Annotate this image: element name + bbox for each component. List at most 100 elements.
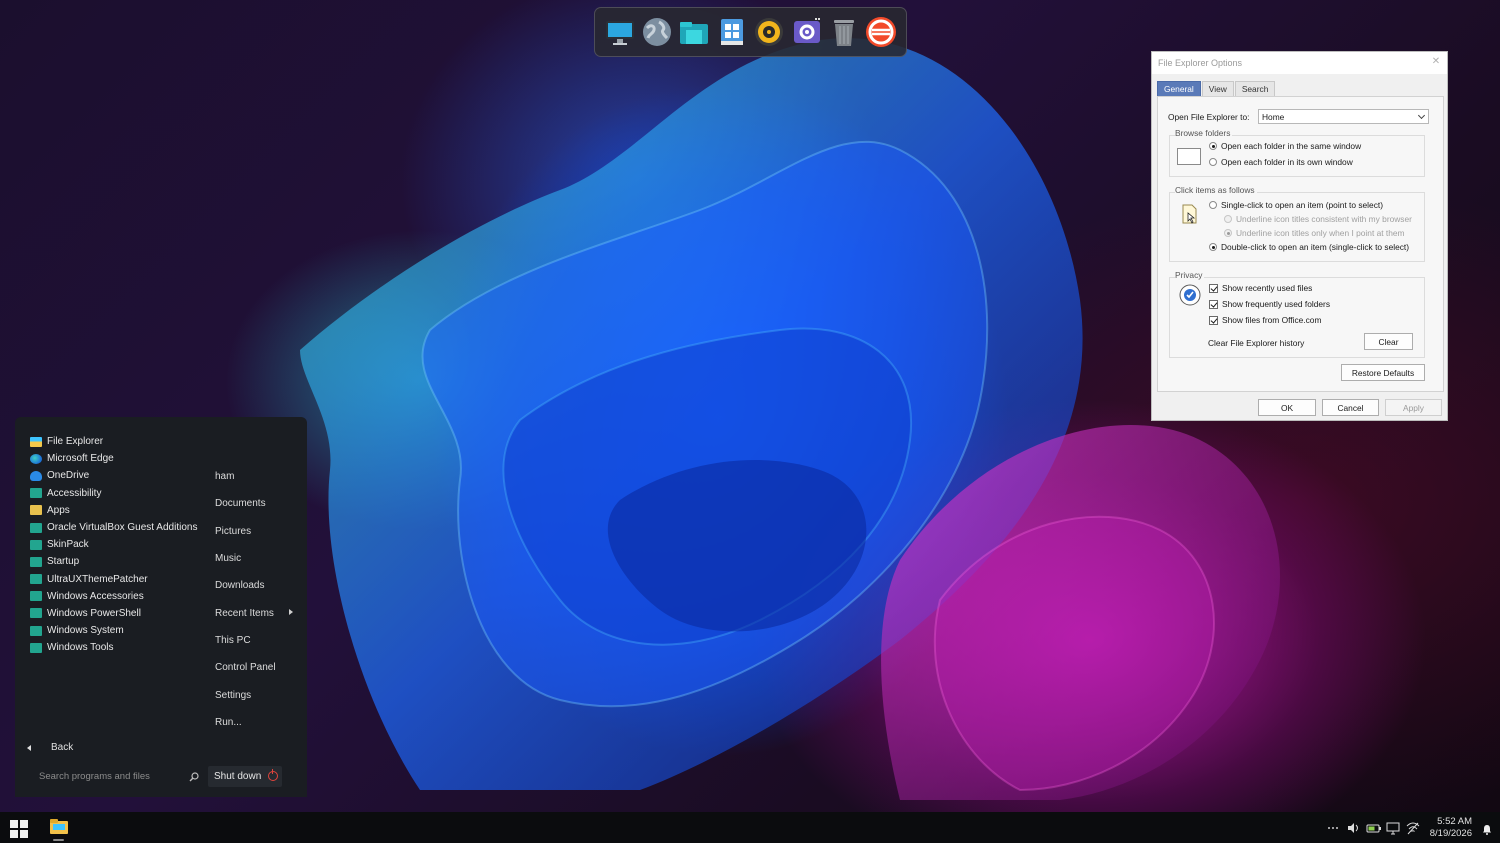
radio-double-click[interactable]: Double-click to open an item (single-cli…: [1209, 242, 1409, 252]
program-item-onedrive[interactable]: OneDrive: [30, 467, 197, 484]
edge-icon: [30, 453, 42, 464]
place-downloads[interactable]: Downloads: [215, 572, 295, 599]
search-icon: [189, 771, 199, 781]
radio-label: Open each folder in its own window: [1221, 157, 1353, 167]
radio-underline-point[interactable]: Underline icon titles only when I point …: [1224, 228, 1405, 238]
checkbox-frequent-folders[interactable]: Show frequently used folders: [1209, 299, 1330, 309]
battery-icon[interactable]: [1366, 821, 1381, 835]
tab-general[interactable]: General: [1157, 81, 1201, 96]
privacy-label: Privacy: [1175, 270, 1205, 280]
program-item-startup[interactable]: Startup: [30, 553, 197, 570]
program-item-accessibility[interactable]: Accessibility: [30, 485, 197, 502]
system-tray: 5:52 AM 8/19/2026: [1326, 812, 1500, 843]
taskbar-file-explorer-icon[interactable]: [50, 819, 68, 834]
start-search-input[interactable]: Search programs and files: [39, 771, 199, 782]
radio-dot: [1209, 142, 1217, 150]
tab-view[interactable]: View: [1201, 81, 1234, 96]
folder-icon: [30, 488, 42, 499]
network-icon[interactable]: [1406, 821, 1420, 835]
open-explorer-label: Open File Explorer to:: [1168, 112, 1250, 122]
program-item-file-explorer[interactable]: File Explorer: [30, 433, 197, 450]
checkbox-box: [1209, 299, 1218, 309]
clear-button[interactable]: Clear: [1364, 333, 1413, 350]
onedrive-icon: [30, 470, 42, 481]
program-label: Accessibility: [47, 487, 102, 499]
cancel-button[interactable]: Cancel: [1322, 399, 1379, 416]
program-item-ultrauxthemepatcher[interactable]: UltraUXThemePatcher: [30, 571, 197, 588]
program-label: Windows PowerShell: [47, 607, 141, 619]
globe-icon[interactable]: [641, 16, 673, 48]
back-button[interactable]: Back: [27, 742, 73, 753]
place-this-pc[interactable]: This PC: [215, 627, 295, 654]
shutdown-label: Shut down: [214, 771, 262, 782]
back-label: Back: [51, 742, 74, 753]
volume-icon[interactable]: [1346, 821, 1360, 835]
file-explorer-icon[interactable]: [678, 16, 710, 48]
program-label: Oracle VirtualBox Guest Additions: [47, 522, 198, 534]
radio-dot: [1209, 243, 1217, 251]
place-pictures[interactable]: Pictures: [215, 518, 295, 545]
installer-icon[interactable]: [716, 16, 748, 48]
clear-history-label: Clear File Explorer history: [1208, 338, 1305, 348]
place-recent-items[interactable]: Recent Items: [215, 599, 295, 626]
monitor-icon[interactable]: [604, 16, 636, 48]
radio-own-window[interactable]: Open each folder in its own window: [1209, 157, 1353, 167]
radio-dot: [1209, 201, 1217, 209]
active-app-indicator: [53, 839, 64, 841]
restore-defaults-button[interactable]: Restore Defaults: [1341, 364, 1425, 381]
clock-date: 8/19/2026: [1429, 827, 1472, 839]
tab-bar: General View Search: [1157, 81, 1276, 96]
privacy-shield-icon: [1179, 284, 1201, 308]
apps-icon: [30, 505, 42, 516]
place-music[interactable]: Music: [215, 545, 295, 572]
chevron-down-icon: [1417, 111, 1426, 120]
shutdown-button[interactable]: Shut down: [208, 766, 282, 787]
close-icon[interactable]: ✕: [1431, 57, 1441, 67]
radio-single-click[interactable]: Single-click to open an item (point to s…: [1209, 200, 1383, 210]
program-item-virtualbox[interactable]: Oracle VirtualBox Guest Additions: [30, 519, 197, 536]
program-item-windows-accessories[interactable]: Windows Accessories: [30, 588, 197, 605]
program-item-windows-powershell[interactable]: Windows PowerShell: [30, 605, 197, 622]
file-explorer-options-dialog: File Explorer Options ✕ General View Sea…: [1151, 51, 1448, 421]
checkbox-recent-files[interactable]: Show recently used files: [1209, 283, 1312, 293]
display-icon[interactable]: [1386, 821, 1400, 835]
radio-underline-browser[interactable]: Underline icon titles consistent with my…: [1224, 214, 1412, 224]
settings-icon[interactable]: [791, 16, 823, 48]
program-item-windows-system[interactable]: Windows System: [30, 622, 197, 639]
windows-start-icon[interactable]: [10, 820, 28, 838]
recycle-bin-icon[interactable]: [828, 16, 860, 48]
radio-same-window[interactable]: Open each folder in the same window: [1209, 141, 1361, 151]
sync-icon[interactable]: [865, 16, 897, 48]
program-label: Microsoft Edge: [47, 453, 114, 465]
apply-button[interactable]: Apply: [1385, 399, 1442, 416]
chevron-left-icon: [27, 744, 31, 751]
checkbox-box: [1209, 315, 1218, 325]
place-user[interactable]: ham: [215, 463, 295, 490]
program-item-microsoft-edge[interactable]: Microsoft Edge: [30, 450, 197, 467]
browse-folders-label: Browse folders: [1175, 128, 1233, 138]
checkbox-office-files[interactable]: Show files from Office.com: [1209, 315, 1321, 325]
open-explorer-value: Home: [1262, 111, 1285, 122]
taskbar: 5:52 AM 8/19/2026: [0, 812, 1500, 843]
place-control-panel[interactable]: Control Panel: [215, 654, 295, 681]
audio-player-icon[interactable]: [753, 16, 785, 48]
clock-time: 5:52 AM: [1437, 815, 1472, 827]
radio-label: Double-click to open an item (single-cli…: [1221, 242, 1410, 252]
program-item-skinpack[interactable]: SkinPack: [30, 536, 197, 553]
notification-bell-icon[interactable]: [1482, 822, 1492, 835]
program-item-apps[interactable]: Apps: [30, 502, 197, 519]
overflow-icon[interactable]: [1326, 821, 1340, 835]
place-run[interactable]: Run...: [215, 709, 295, 736]
tab-search[interactable]: Search: [1234, 81, 1276, 96]
radio-dot: [1224, 229, 1232, 237]
program-label: File Explorer: [47, 436, 104, 448]
place-settings[interactable]: Settings: [215, 681, 295, 708]
place-documents[interactable]: Documents: [215, 490, 295, 517]
checkbox-label: Show files from Office.com: [1222, 315, 1322, 325]
folder-icon: [30, 522, 42, 533]
clock[interactable]: 5:52 AM 8/19/2026: [1430, 816, 1472, 840]
open-explorer-select[interactable]: Home: [1258, 109, 1429, 124]
ok-button[interactable]: OK: [1258, 399, 1316, 416]
dialog-title: File Explorer Options: [1158, 58, 1243, 68]
program-item-windows-tools[interactable]: Windows Tools: [30, 639, 197, 656]
